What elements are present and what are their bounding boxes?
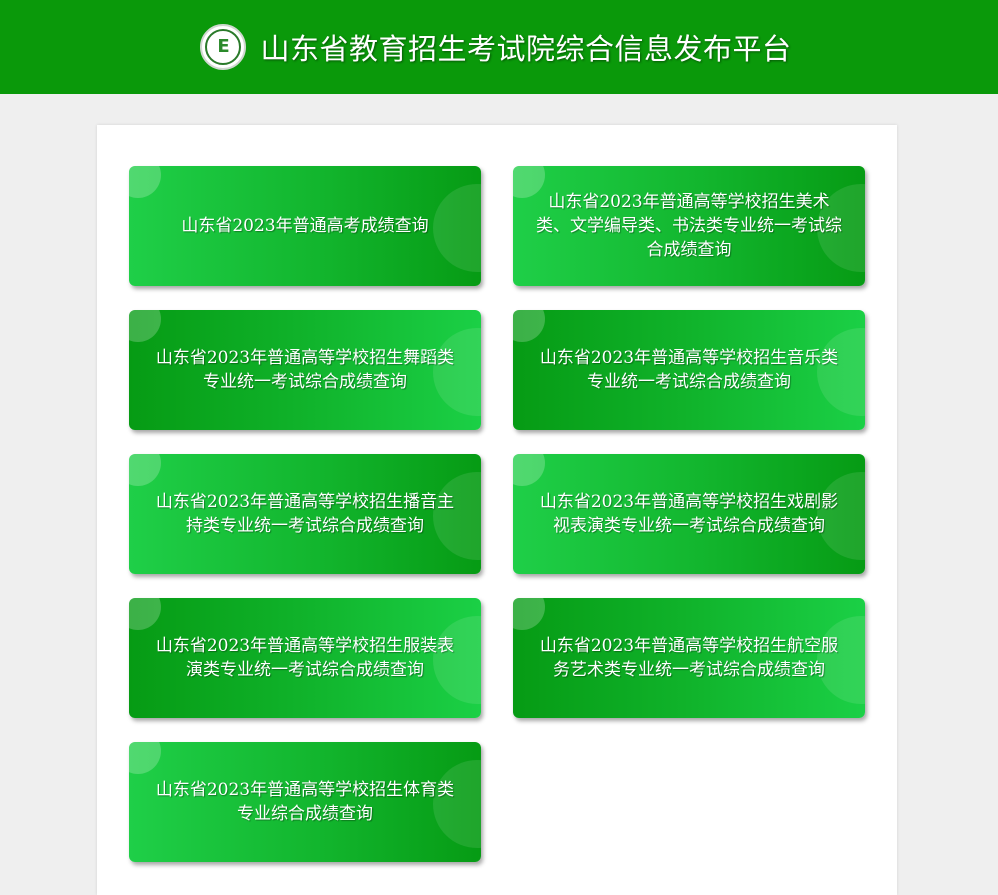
emblem-letter: E [217, 36, 230, 57]
decor-bubble [513, 598, 545, 630]
query-card-gaokao[interactable]: 山东省2023年普通高考成绩查询 [129, 166, 481, 286]
decor-bubble [513, 454, 545, 486]
query-card-music[interactable]: 山东省2023年普通高等学校招生音乐类专业统一考试综合成绩查询 [513, 310, 865, 430]
query-card-art[interactable]: 山东省2023年普通高等学校招生美术类、文学编导类、书法类专业统一考试综合成绩查… [513, 166, 865, 286]
decor-bubble [129, 454, 161, 486]
query-card-label: 山东省2023年普通高等学校招生戏剧影视表演类专业统一考试综合成绩查询 [539, 492, 839, 536]
query-card-label: 山东省2023年普通高等学校招生舞蹈类专业统一考试综合成绩查询 [155, 348, 455, 392]
page-title: 山东省教育招生考试院综合信息发布平台 [260, 32, 792, 66]
query-card-label: 山东省2023年普通高等学校招生音乐类专业统一考试综合成绩查询 [539, 348, 839, 392]
query-card-broadcasting[interactable]: 山东省2023年普通高等学校招生播音主持类专业统一考试综合成绩查询 [129, 454, 481, 574]
decor-bubble [513, 310, 545, 342]
query-card-label: 山东省2023年普通高等学校招生美术类、文学编导类、书法类专业统一考试综合成绩查… [536, 192, 842, 260]
site-header: E 山东省教育招生考试院综合信息发布平台 [0, 0, 998, 94]
query-card-label: 山东省2023年普通高等学校招生播音主持类专业统一考试综合成绩查询 [155, 492, 455, 536]
query-card-label: 山东省2023年普通高等学校招生航空服务艺术类专业统一考试综合成绩查询 [539, 636, 839, 680]
school-emblem-icon: E [200, 24, 247, 70]
query-card-label: 山东省2023年普通高考成绩查询 [181, 216, 429, 236]
decor-bubble [129, 310, 161, 342]
query-card-fashion[interactable]: 山东省2023年普通高等学校招生服装表演类专业统一考试综合成绩查询 [129, 598, 481, 718]
emblem-ring: E [205, 29, 242, 65]
query-panel: 山东省2023年普通高考成绩查询 山东省2023年普通高等学校招生美术类、文学编… [97, 125, 897, 895]
query-card-label: 山东省2023年普通高等学校招生服装表演类专业统一考试综合成绩查询 [155, 636, 455, 680]
query-card-aviation[interactable]: 山东省2023年普通高等学校招生航空服务艺术类专业统一考试综合成绩查询 [513, 598, 865, 718]
query-card-drama[interactable]: 山东省2023年普通高等学校招生戏剧影视表演类专业统一考试综合成绩查询 [513, 454, 865, 574]
query-card-dance[interactable]: 山东省2023年普通高等学校招生舞蹈类专业统一考试综合成绩查询 [129, 310, 481, 430]
query-card-label: 山东省2023年普通高等学校招生体育类专业综合成绩查询 [155, 780, 455, 824]
decor-bubble [129, 742, 161, 774]
decor-bubble [129, 598, 161, 630]
query-card-sports[interactable]: 山东省2023年普通高等学校招生体育类专业综合成绩查询 [129, 742, 481, 862]
decor-bubble [129, 166, 161, 198]
